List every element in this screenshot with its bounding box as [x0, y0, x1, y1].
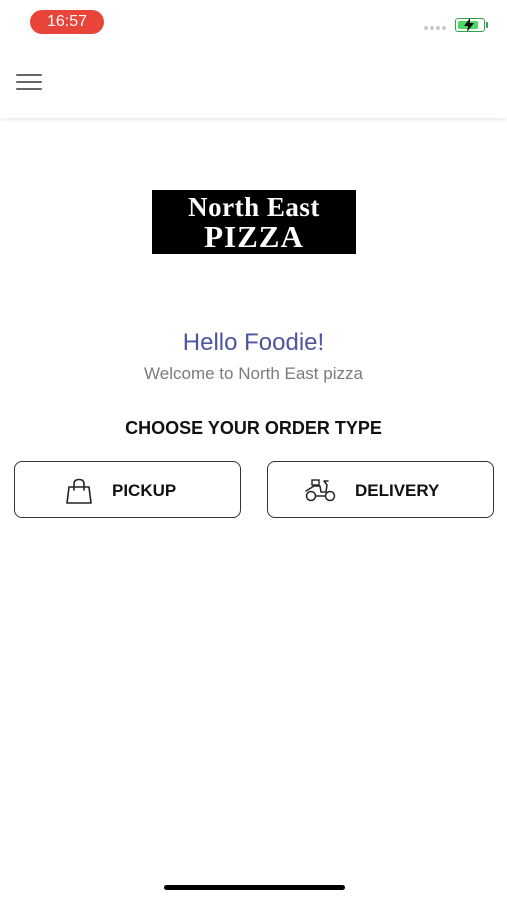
greeting-title: Hello Foodie! — [182, 329, 325, 356]
logo-line-2: PIZZA — [204, 219, 304, 254]
pickup-button[interactable]: PICKUP — [14, 461, 241, 518]
battery-icon — [455, 18, 485, 32]
status-bar: 16:57 — [0, 0, 507, 46]
order-type-heading: CHOOSE YOUR ORDER TYPE — [125, 418, 382, 438]
delivery-label: DELIVERY — [355, 481, 440, 500]
welcome-subtitle: Welcome to North East pizza — [144, 364, 363, 383]
logo-line-1: North East — [188, 192, 320, 222]
signal-icon — [424, 26, 448, 30]
home-indicator[interactable] — [164, 885, 345, 890]
charging-bolt-icon — [464, 18, 474, 32]
shopping-bag-icon — [65, 478, 93, 509]
hamburger-menu-icon[interactable] — [14, 70, 46, 94]
scooter-icon — [304, 478, 338, 507]
battery-cap — [486, 22, 488, 28]
delivery-button[interactable]: DELIVERY — [267, 461, 494, 518]
top-nav-bar — [0, 46, 507, 118]
north-east-pizza-logo: North East PIZZA — [152, 190, 356, 254]
app-screen: 16:57 North East PIZZA Hello Foodie! Wel… — [0, 0, 507, 900]
pickup-label: PICKUP — [112, 481, 177, 500]
status-time: 16:57 — [30, 10, 104, 34]
